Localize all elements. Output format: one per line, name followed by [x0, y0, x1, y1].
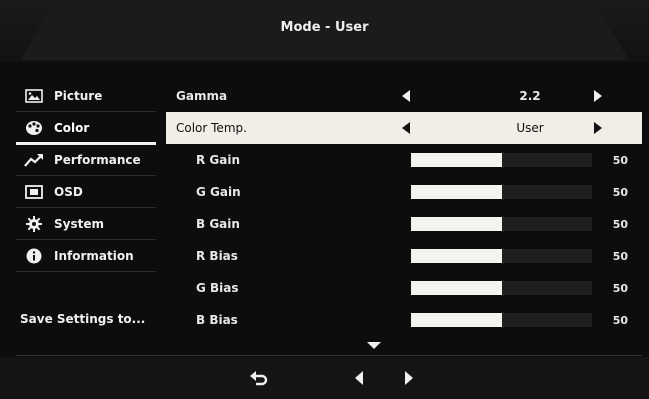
sidebar-item-color[interactable]: Color — [16, 112, 156, 145]
slider-track[interactable] — [411, 281, 592, 295]
gamma-value: 2.2 — [519, 89, 541, 103]
back-icon[interactable] — [250, 369, 268, 387]
gamma-right-arrow-icon[interactable] — [594, 90, 602, 102]
slider-row[interactable]: B Gain 50 — [166, 208, 642, 240]
slider-fill — [411, 153, 502, 167]
header-panel — [20, 10, 629, 60]
picture-icon — [24, 88, 44, 104]
slider-label: G Bias — [196, 281, 239, 295]
slider-fill — [411, 249, 502, 263]
color-temp-right-arrow-icon[interactable] — [594, 122, 602, 134]
right-arrow-icon[interactable] — [400, 369, 418, 387]
slider-value: 50 — [612, 153, 628, 167]
slider-row[interactable]: R Bias 50 — [166, 240, 642, 272]
sidebar-item-label: System — [54, 216, 104, 231]
save-settings-button[interactable]: Save Settings to... — [20, 312, 145, 326]
palette-icon — [24, 120, 44, 136]
gear-icon — [24, 215, 44, 232]
osd-screen: Mode - User Picture Color Performance OS… — [0, 0, 649, 399]
slider-row[interactable]: G Gain 50 — [166, 176, 642, 208]
color-temp-row[interactable]: Color Temp. User — [166, 112, 642, 144]
slider-track[interactable] — [411, 153, 592, 167]
color-temp-value: User — [516, 121, 544, 135]
sidebar-item-label: Information — [54, 248, 134, 263]
mode-title: Mode - User — [280, 20, 369, 35]
info-icon — [24, 248, 44, 264]
sidebar-item-label: Performance — [54, 152, 141, 167]
slider-row[interactable]: G Bias 50 — [166, 272, 642, 304]
slider-row[interactable]: R Gain 50 — [166, 144, 642, 176]
sidebar-item-label: OSD — [54, 184, 83, 199]
scroll-down-icon[interactable] — [367, 342, 381, 349]
gamma-left-arrow-icon[interactable] — [402, 90, 410, 102]
slider-label: B Bias — [196, 313, 238, 327]
sidebar-item-information[interactable]: Information — [16, 240, 156, 272]
slider-value: 50 — [612, 249, 628, 263]
sidebar-item-system[interactable]: System — [16, 208, 156, 240]
sidebar: Picture Color Performance OSD System Inf… — [16, 80, 156, 272]
slider-fill — [411, 281, 502, 295]
divider — [16, 355, 642, 356]
sidebar-item-osd[interactable]: OSD — [16, 176, 156, 208]
slider-row[interactable]: B Bias 50 — [166, 304, 642, 336]
slider-track[interactable] — [411, 185, 592, 199]
slider-fill — [411, 313, 502, 327]
slider-fill — [411, 217, 502, 231]
header: Mode - User — [0, 0, 649, 62]
slider-value: 50 — [612, 217, 628, 231]
gamma-row[interactable]: Gamma 2.2 — [166, 80, 642, 112]
slider-label: R Gain — [196, 153, 241, 167]
slider-label: B Gain — [196, 217, 240, 231]
slider-fill — [411, 185, 502, 199]
performance-icon — [24, 152, 44, 168]
sidebar-item-performance[interactable]: Performance — [16, 144, 156, 176]
sidebar-item-picture[interactable]: Picture — [16, 80, 156, 112]
slider-track[interactable] — [411, 217, 592, 231]
color-settings-panel: Gamma 2.2 Color Temp. User R Gain 50 G Gai… — [166, 80, 642, 336]
sidebar-item-label: Picture — [54, 88, 103, 103]
gamma-label: Gamma — [176, 89, 228, 103]
slider-label: G Gain — [196, 185, 241, 199]
slider-value: 50 — [612, 281, 628, 295]
slider-track[interactable] — [411, 249, 592, 263]
footer-bar — [0, 357, 649, 399]
sidebar-item-label: Color — [54, 120, 90, 135]
slider-value: 50 — [612, 313, 628, 327]
color-temp-left-arrow-icon[interactable] — [402, 122, 410, 134]
slider-label: R Bias — [196, 249, 238, 263]
osd-icon — [24, 184, 44, 200]
slider-track[interactable] — [411, 313, 592, 327]
left-arrow-icon[interactable] — [350, 369, 368, 387]
slider-value: 50 — [612, 185, 628, 199]
color-temp-label: Color Temp. — [176, 121, 247, 135]
